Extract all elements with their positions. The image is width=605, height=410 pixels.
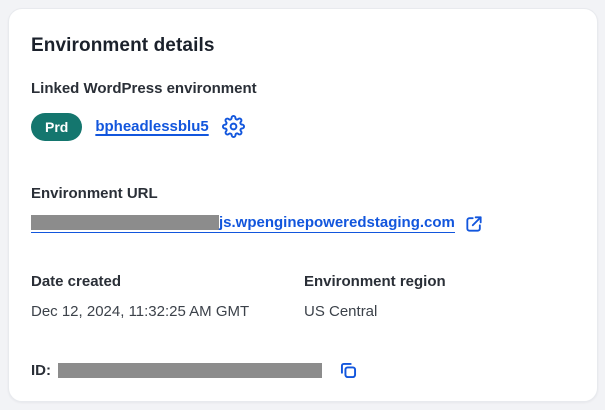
redacted-id-value — [58, 362, 322, 378]
environment-type-badge: Prd — [31, 112, 83, 141]
environment-url-link[interactable]: js.wpenginepoweredstaging.com — [31, 215, 455, 233]
environment-name-link[interactable]: bpheadlessblu5 — [95, 118, 208, 135]
redacted-url-prefix — [31, 215, 219, 230]
gear-icon — [221, 115, 245, 138]
environment-url-label: Environment URL — [31, 185, 158, 202]
meta-row: Date created Dec 12, 2024, 11:32:25 AM G… — [31, 273, 575, 321]
environment-region-section: Environment region US Central — [304, 273, 446, 321]
open-url-button[interactable] — [464, 214, 484, 234]
linked-environment-label: Linked WordPress environment — [31, 80, 257, 97]
environment-settings-button[interactable] — [221, 115, 245, 138]
id-label: ID: — [31, 361, 51, 379]
environment-region-label: Environment region — [304, 273, 446, 290]
environment-region-value: US Central — [304, 303, 378, 320]
id-row: ID: — [31, 359, 575, 381]
copy-icon — [338, 360, 359, 381]
copy-id-button[interactable] — [338, 360, 359, 381]
external-link-icon — [464, 214, 484, 234]
date-created-section: Date created Dec 12, 2024, 11:32:25 AM G… — [31, 273, 304, 321]
environment-url-text: js.wpenginepoweredstaging.com — [219, 214, 455, 231]
date-created-label: Date created — [31, 273, 122, 290]
linked-environment-row: Prd bpheadlessblu5 — [31, 112, 575, 141]
environment-url-row: js.wpenginepoweredstaging.com — [31, 214, 575, 234]
page-title: Environment details — [31, 35, 215, 56]
environment-details-card: Environment details Linked WordPress env… — [8, 8, 598, 402]
date-created-value: Dec 12, 2024, 11:32:25 AM GMT — [31, 303, 250, 320]
